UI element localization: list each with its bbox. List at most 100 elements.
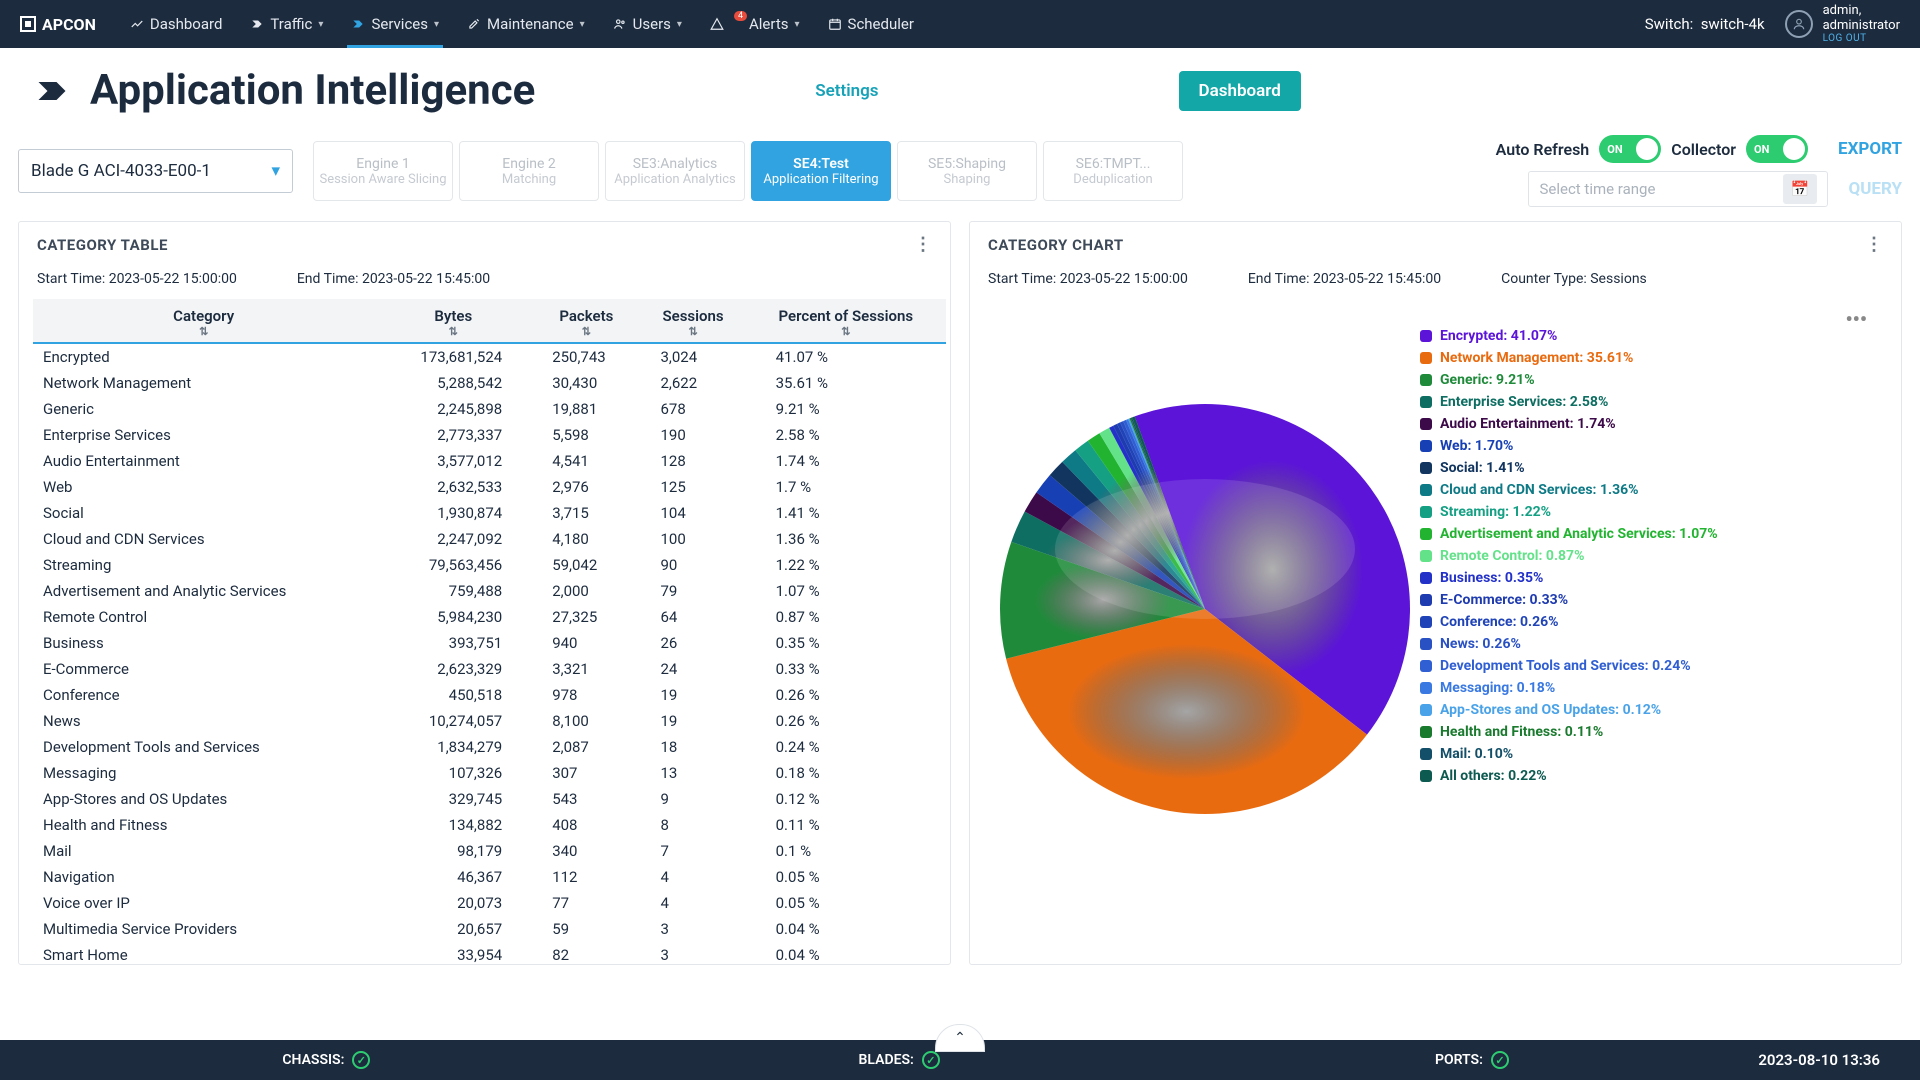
table-row[interactable]: Streaming79,563,45659,042901.22 %	[33, 552, 946, 578]
services-icon	[351, 17, 365, 31]
ok-icon: ✓	[922, 1051, 940, 1069]
table-row[interactable]: E-Commerce2,623,3293,321240.33 %	[33, 656, 946, 682]
legend-item[interactable]: Network Management: 35.61%	[1420, 351, 1881, 365]
table-row[interactable]: Voice over IP20,0737740.05 %	[33, 890, 946, 916]
nav-dashboard[interactable]: Dashboard	[116, 0, 237, 48]
scheduler-icon	[828, 17, 842, 31]
legend-item[interactable]: Streaming: 1.22%	[1420, 505, 1881, 519]
legend-item[interactable]: App-Stores and OS Updates: 0.12%	[1420, 703, 1881, 717]
legend-swatch	[1420, 726, 1432, 738]
table-row[interactable]: Business393,751940260.35 %	[33, 630, 946, 656]
sort-icon: ⇅	[650, 325, 735, 338]
maintenance-icon	[467, 17, 481, 31]
table-row[interactable]: Audio Entertainment3,577,0124,5411281.74…	[33, 448, 946, 474]
column-header[interactable]: Percent of Sessions⇅	[746, 299, 946, 343]
legend-item[interactable]: Web: 1.70%	[1420, 439, 1881, 453]
engine-tab[interactable]: Engine 1Session Aware Slicing	[313, 141, 453, 201]
collector-toggle[interactable]: ON	[1746, 135, 1808, 163]
table-row[interactable]: Smart Home33,9548230.04 %	[33, 942, 946, 964]
table-row[interactable]: Navigation46,36711240.05 %	[33, 864, 946, 890]
legend-swatch	[1420, 506, 1432, 518]
legend-item[interactable]: News: 0.26%	[1420, 637, 1881, 651]
legend-swatch	[1420, 638, 1432, 650]
nav-services[interactable]: Services▾	[337, 0, 453, 48]
nav-alerts[interactable]: 4Alerts▾	[696, 0, 814, 48]
table-row[interactable]: Multimedia Service Providers20,6575930.0…	[33, 916, 946, 942]
engine-tab[interactable]: SE3:AnalyticsApplication Analytics	[605, 141, 745, 201]
table-row[interactable]: Messaging107,326307130.18 %	[33, 760, 946, 786]
time-range-input[interactable]: Select time range 📅	[1528, 171, 1828, 207]
legend-item[interactable]: Health and Fitness: 0.11%	[1420, 725, 1881, 739]
settings-link[interactable]: Settings	[815, 81, 878, 101]
table-row[interactable]: Social1,930,8743,7151041.41 %	[33, 500, 946, 526]
engine-tab[interactable]: SE4:TestApplication Filtering	[751, 141, 891, 201]
legend-swatch	[1420, 528, 1432, 540]
table-panel-menu[interactable]: ⋮	[914, 234, 932, 255]
legend-item[interactable]: Cloud and CDN Services: 1.36%	[1420, 483, 1881, 497]
legend-item[interactable]: Business: 0.35%	[1420, 571, 1881, 585]
table-row[interactable]: Health and Fitness134,88240880.11 %	[33, 812, 946, 838]
chart-panel-menu[interactable]: ⋮	[1865, 234, 1883, 255]
table-row[interactable]: Web2,632,5332,9761251.7 %	[33, 474, 946, 500]
legend-item[interactable]: All others: 0.22%	[1420, 769, 1881, 783]
table-row[interactable]: Encrypted173,681,524250,7433,02441.07 %	[33, 343, 946, 370]
legend-item[interactable]: Enterprise Services: 2.58%	[1420, 395, 1881, 409]
chevron-down-icon: ▾	[580, 19, 585, 30]
table-start-time: Start Time: 2023-05-22 15:00:00	[37, 271, 237, 287]
table-row[interactable]: Conference450,518978190.26 %	[33, 682, 946, 708]
column-header[interactable]: Packets⇅	[532, 299, 640, 343]
collector-label: Collector	[1671, 140, 1736, 159]
legend-item[interactable]: Encrypted: 41.07%	[1420, 329, 1881, 343]
legend-item[interactable]: Generic: 9.21%	[1420, 373, 1881, 387]
legend-item[interactable]: Advertisement and Analytic Services: 1.0…	[1420, 527, 1881, 541]
engine-tab[interactable]: SE5:ShapingShaping	[897, 141, 1037, 201]
ports-status: PORTS:✓	[1186, 1051, 1759, 1069]
blade-select[interactable]: Blade G ACI-4033-E00-1 ▾	[18, 149, 293, 193]
legend-swatch	[1420, 440, 1432, 452]
table-row[interactable]: News10,274,0578,100190.26 %	[33, 708, 946, 734]
table-row[interactable]: Enterprise Services2,773,3375,5981902.58…	[33, 422, 946, 448]
status-footer: ⌃ CHASSIS:✓ BLADES:✓ PORTS:✓ 2023-08-10 …	[0, 1040, 1920, 1080]
legend-swatch	[1420, 418, 1432, 430]
table-row[interactable]: Network Management5,288,54230,4302,62235…	[33, 370, 946, 396]
legend-item[interactable]: Messaging: 0.18%	[1420, 681, 1881, 695]
table-row[interactable]: Advertisement and Analytic Services759,4…	[33, 578, 946, 604]
user-menu[interactable]: admin, administrator LOG OUT	[1785, 4, 1900, 44]
engine-tab[interactable]: Engine 2Matching	[459, 141, 599, 201]
legend-item[interactable]: Audio Entertainment: 1.74%	[1420, 417, 1881, 431]
engine-tab[interactable]: SE6:TMPT...Deduplication	[1043, 141, 1183, 201]
export-link[interactable]: EXPORT	[1838, 139, 1902, 159]
footer-expand-icon[interactable]: ⌃	[935, 1024, 985, 1052]
chevron-down-icon: ▾	[434, 19, 439, 30]
footer-time: 2023-08-10 13:36	[1758, 1051, 1880, 1069]
legend-item[interactable]: Social: 1.41%	[1420, 461, 1881, 475]
table-row[interactable]: Generic2,245,89819,8816789.21 %	[33, 396, 946, 422]
chevron-down-icon: ▾	[795, 19, 800, 30]
legend-swatch	[1420, 704, 1432, 716]
table-row[interactable]: Remote Control5,984,23027,325640.87 %	[33, 604, 946, 630]
column-header[interactable]: Category⇅	[33, 299, 374, 343]
autorefresh-label: Auto Refresh	[1496, 140, 1590, 159]
legend-item[interactable]: Development Tools and Services: 0.24%	[1420, 659, 1881, 673]
autorefresh-toggle[interactable]: ON	[1599, 135, 1661, 163]
category-pie-chart[interactable]	[995, 399, 1415, 819]
legend-item[interactable]: Conference: 0.26%	[1420, 615, 1881, 629]
legend-swatch	[1420, 374, 1432, 386]
nav-traffic[interactable]: Traffic▾	[236, 0, 337, 48]
legend-item[interactable]: Mail: 0.10%	[1420, 747, 1881, 761]
legend-item[interactable]: Remote Control: 0.87%	[1420, 549, 1881, 563]
table-row[interactable]: App-Stores and OS Updates329,74554390.12…	[33, 786, 946, 812]
dashboard-button[interactable]: Dashboard	[1179, 71, 1301, 111]
query-link[interactable]: QUERY	[1848, 179, 1902, 199]
legend-item[interactable]: E-Commerce: 0.33%	[1420, 593, 1881, 607]
logout-link[interactable]: LOG OUT	[1823, 33, 1900, 44]
legend-more-icon[interactable]: •••	[1420, 309, 1881, 329]
column-header[interactable]: Bytes⇅	[374, 299, 532, 343]
column-header[interactable]: Sessions⇅	[640, 299, 745, 343]
table-row[interactable]: Development Tools and Services1,834,2792…	[33, 734, 946, 760]
nav-maintenance[interactable]: Maintenance▾	[453, 0, 599, 48]
table-row[interactable]: Mail98,17934070.1 %	[33, 838, 946, 864]
nav-users[interactable]: Users▾	[599, 0, 696, 48]
nav-scheduler[interactable]: Scheduler	[814, 0, 928, 48]
table-row[interactable]: Cloud and CDN Services2,247,0924,1801001…	[33, 526, 946, 552]
